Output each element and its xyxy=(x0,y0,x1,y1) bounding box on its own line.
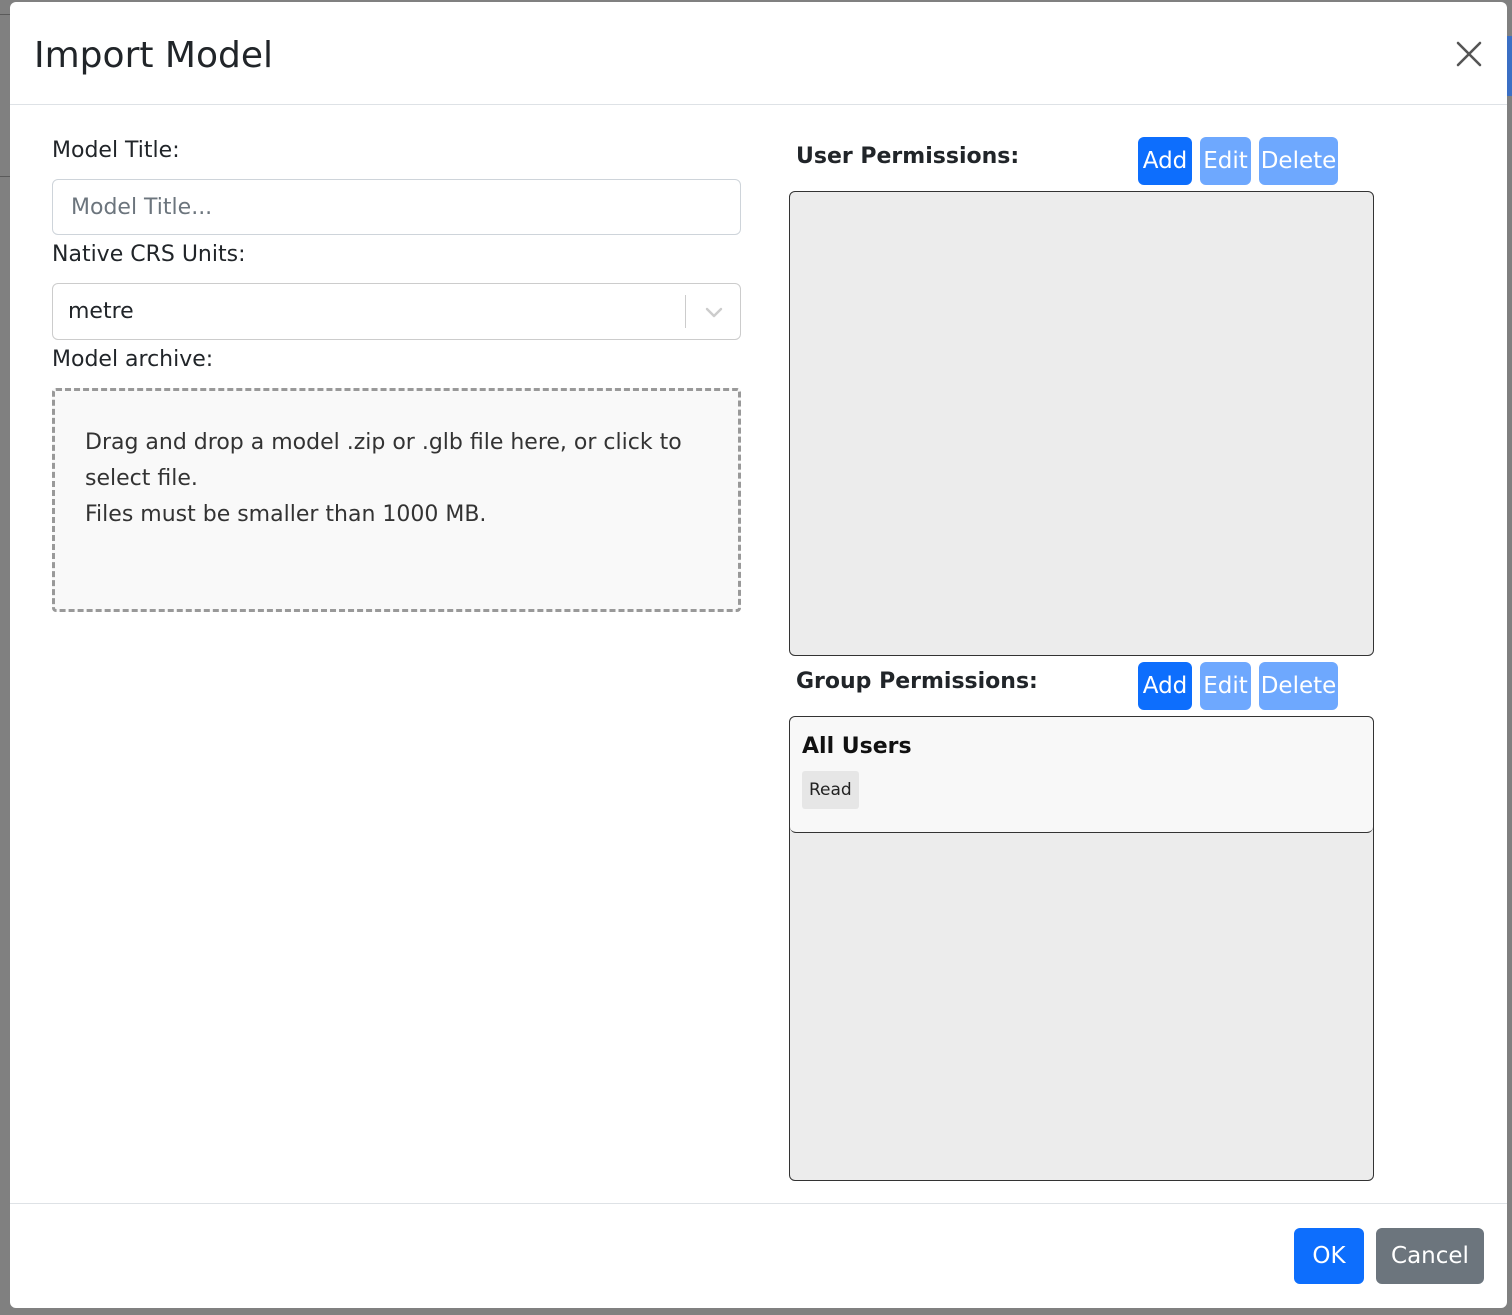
background-divider xyxy=(0,176,10,177)
model-archive-dropzone[interactable]: Drag and drop a model .zip or .glb file … xyxy=(52,388,741,612)
user-permissions-add-button[interactable]: Add xyxy=(1138,137,1192,185)
user-permissions-edit-button[interactable]: Edit xyxy=(1200,137,1251,185)
group-permissions-add-button[interactable]: Add xyxy=(1138,662,1192,710)
select-separator xyxy=(685,295,686,328)
group-permissions-edit-button[interactable]: Edit xyxy=(1200,662,1251,710)
group-permissions-list[interactable]: All Users Read xyxy=(789,716,1374,1181)
crs-units-selected-value: metre xyxy=(68,299,134,324)
close-button[interactable] xyxy=(1449,34,1489,74)
group-permissions-delete-button[interactable]: Delete xyxy=(1259,662,1338,710)
crs-units-select[interactable]: metre xyxy=(52,283,741,340)
model-title-label: Model Title: xyxy=(52,138,180,163)
permission-badge: Read xyxy=(802,771,859,809)
user-permissions-label: User Permissions: xyxy=(796,144,1020,169)
dialog-header: Import Model xyxy=(10,2,1507,105)
model-archive-label: Model archive: xyxy=(52,347,214,372)
dialog-footer: OK Cancel xyxy=(10,1203,1507,1308)
crs-units-label: Native CRS Units: xyxy=(52,242,246,267)
user-permissions-delete-button[interactable]: Delete xyxy=(1259,137,1338,185)
dialog-title: Import Model xyxy=(34,35,274,76)
import-model-dialog: Import Model Model Title: Native CRS Uni… xyxy=(10,2,1507,1308)
cancel-button[interactable]: Cancel xyxy=(1376,1228,1484,1284)
close-icon xyxy=(1456,41,1482,67)
model-title-input[interactable] xyxy=(52,179,741,235)
group-permissions-label: Group Permissions: xyxy=(796,669,1038,694)
group-name: All Users xyxy=(802,734,912,759)
dialog-body: Model Title: Native CRS Units: metre Mod… xyxy=(10,106,1507,1203)
dropzone-text: Drag and drop a model .zip or .glb file … xyxy=(85,425,705,533)
background-divider xyxy=(0,14,10,15)
list-item[interactable]: All Users Read xyxy=(790,717,1373,833)
ok-button[interactable]: OK xyxy=(1294,1228,1364,1284)
chevron-down-icon xyxy=(705,307,723,318)
dropzone-instructions: Drag and drop a model .zip or .glb file … xyxy=(85,430,682,491)
dropzone-size-limit: Files must be smaller than 1000 MB. xyxy=(85,502,487,527)
user-permissions-list[interactable] xyxy=(789,191,1374,656)
